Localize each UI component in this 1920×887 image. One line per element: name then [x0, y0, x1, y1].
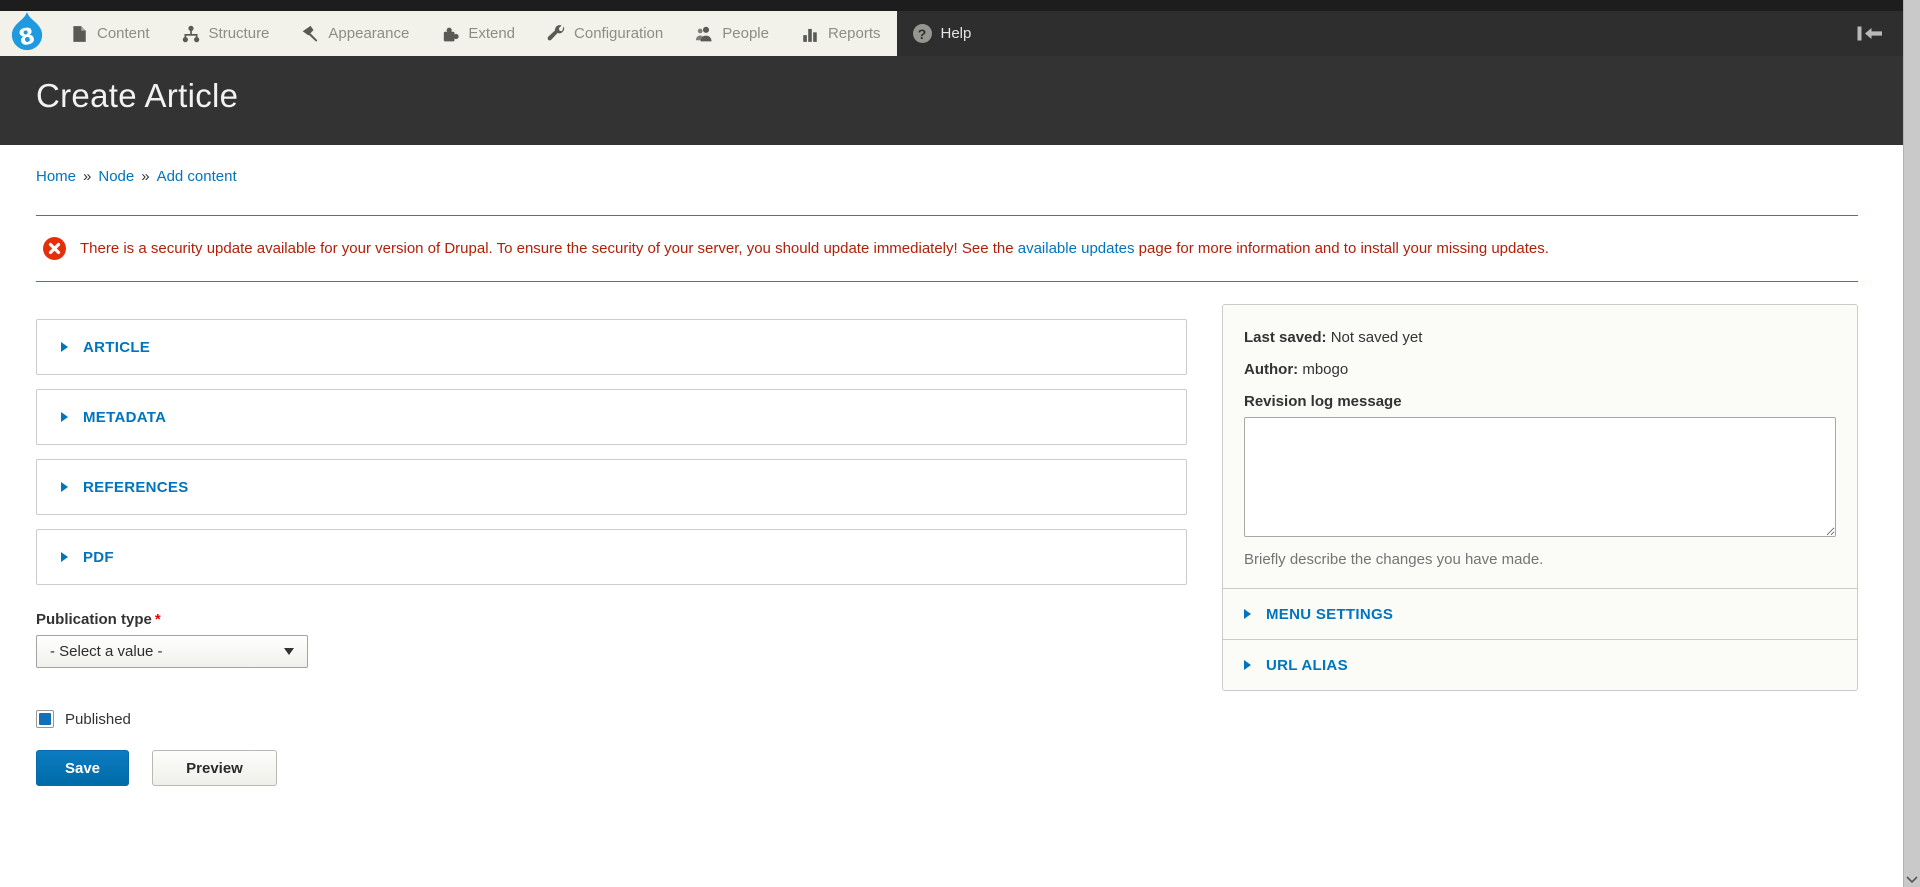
section-label: ARTICLE [83, 339, 150, 356]
revision-log-help-text: Briefly describe the changes you have ma… [1244, 551, 1836, 568]
toolbar-item-label: Content [97, 25, 150, 42]
dropdown-arrow-icon [284, 648, 294, 655]
section-label: METADATA [83, 409, 166, 426]
content-icon [70, 25, 88, 43]
section-label: URL ALIAS [1266, 657, 1348, 674]
form-layout: ARTICLE METADATA REFERENCES PDF Publicat… [36, 304, 1858, 786]
toolbar-tray: 8 Content Structure Appe [0, 11, 897, 56]
expand-triangle-icon [61, 482, 68, 492]
expand-triangle-icon [1244, 660, 1251, 670]
published-field: Published [36, 710, 1187, 728]
section-url-alias[interactable]: URL ALIAS [1223, 639, 1857, 690]
help-icon: ? [913, 24, 932, 43]
form-main-column: ARTICLE METADATA REFERENCES PDF Publicat… [36, 304, 1187, 786]
expand-triangle-icon [61, 342, 68, 352]
configuration-icon [547, 25, 565, 43]
drupal-admin-page: 8 Content Structure Appe [0, 0, 1903, 887]
save-button[interactable]: Save [36, 750, 129, 786]
last-saved-line: Last saved: Not saved yet [1244, 329, 1836, 347]
error-message-text: There is a security update available for… [80, 240, 1549, 258]
breadcrumb-separator: » [141, 168, 149, 185]
expand-triangle-icon [61, 552, 68, 562]
entity-meta-stack: Last saved: Not saved yet Author: mbogo … [1222, 304, 1858, 691]
author-line: Author: mbogo [1244, 361, 1836, 379]
admin-toolbar: 8 Content Structure Appe [0, 11, 1903, 56]
section-references[interactable]: REFERENCES [36, 459, 1187, 515]
structure-icon [182, 25, 200, 43]
selected-value: - Select a value - [50, 643, 163, 660]
appearance-icon [301, 25, 319, 43]
toolbar-orientation-toggle[interactable] [1837, 11, 1903, 56]
toolbar-item-label: Reports [828, 25, 881, 42]
required-marker: * [155, 611, 161, 628]
toolbar-item-people[interactable]: People [679, 11, 785, 56]
breadcrumb-link-add-content[interactable]: Add content [157, 168, 237, 185]
published-label[interactable]: Published [65, 711, 131, 728]
toolbar-item-structure[interactable]: Structure [166, 11, 286, 56]
drupal-home-button[interactable]: 8 [0, 11, 54, 56]
toolbar-spacer [987, 11, 1837, 56]
breadcrumb-link-node[interactable]: Node [98, 168, 134, 185]
entity-meta-sidebar: Last saved: Not saved yet Author: mbogo … [1222, 304, 1858, 786]
form-actions: Save Preview [36, 750, 1187, 786]
available-updates-link[interactable]: available updates [1018, 240, 1135, 257]
section-article[interactable]: ARTICLE [36, 319, 1187, 375]
toolbar-item-reports[interactable]: Reports [785, 11, 897, 56]
toolbar-item-label: Extend [468, 25, 515, 42]
revision-log-textarea[interactable] [1244, 417, 1836, 537]
revision-log-label: Revision log message [1244, 393, 1836, 410]
revision-information-panel: Last saved: Not saved yet Author: mbogo … [1223, 305, 1857, 588]
breadcrumb-separator: » [83, 168, 91, 185]
expand-triangle-icon [61, 412, 68, 422]
toolbar-item-extend[interactable]: Extend [425, 11, 531, 56]
section-menu-settings[interactable]: MENU SETTINGS [1223, 588, 1857, 639]
page-scrollbar[interactable] [1903, 0, 1920, 887]
toolbar-collapse-icon [1857, 26, 1883, 41]
top-strip [0, 0, 1903, 11]
publication-type-select[interactable]: - Select a value - [36, 635, 308, 668]
toolbar-item-configuration[interactable]: Configuration [531, 11, 679, 56]
scroll-down-icon[interactable] [1906, 876, 1918, 884]
toolbar-item-appearance[interactable]: Appearance [285, 11, 425, 56]
page-header: Create Article [0, 56, 1903, 145]
toolbar-item-content[interactable]: Content [54, 11, 166, 56]
section-label: REFERENCES [83, 479, 189, 496]
toolbar-item-help[interactable]: ? Help [897, 11, 988, 56]
toolbar-item-label: Configuration [574, 25, 663, 42]
section-label: MENU SETTINGS [1266, 606, 1393, 623]
publication-type-label: Publication type* [36, 611, 1187, 628]
extend-icon [441, 25, 459, 43]
preview-button[interactable]: Preview [152, 750, 277, 786]
error-message-banner: There is a security update available for… [36, 215, 1858, 282]
expand-triangle-icon [1244, 609, 1251, 619]
toolbar-item-label: Help [941, 25, 972, 42]
checkbox-check [39, 713, 51, 725]
published-checkbox[interactable] [36, 710, 54, 728]
breadcrumb: Home » Node » Add content [36, 168, 1858, 186]
toolbar-item-label: People [722, 25, 769, 42]
drupal-logo: 8 [7, 12, 47, 55]
section-metadata[interactable]: METADATA [36, 389, 1187, 445]
toolbar-item-label: Appearance [328, 25, 409, 42]
error-icon [43, 237, 66, 260]
people-icon [695, 25, 713, 43]
section-label: PDF [83, 549, 114, 566]
page-title: Create Article [0, 56, 1903, 115]
reports-icon [801, 25, 819, 43]
breadcrumb-link-home[interactable]: Home [36, 168, 76, 185]
section-pdf[interactable]: PDF [36, 529, 1187, 585]
toolbar-item-label: Structure [209, 25, 270, 42]
